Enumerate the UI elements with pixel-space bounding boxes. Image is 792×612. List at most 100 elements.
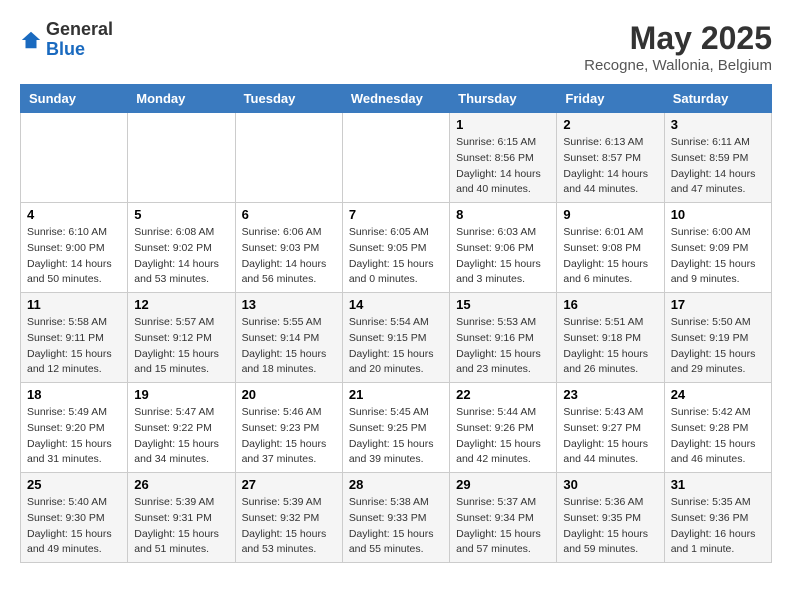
day-info: Sunrise: 5:37 AMSunset: 9:34 PMDaylight:…	[456, 495, 550, 558]
calendar-day-cell	[235, 113, 342, 203]
day-info: Sunrise: 5:43 AMSunset: 9:27 PMDaylight:…	[563, 405, 657, 468]
day-info: Sunrise: 5:47 AMSunset: 9:22 PMDaylight:…	[134, 405, 228, 468]
title-block: May 2025 Recogne, Wallonia, Belgium	[584, 20, 772, 74]
day-info: Sunrise: 6:15 AMSunset: 8:56 PMDaylight:…	[456, 135, 550, 198]
calendar-day-cell	[21, 113, 128, 203]
day-info: Sunrise: 5:50 AMSunset: 9:19 PMDaylight:…	[671, 315, 765, 378]
day-number: 9	[563, 207, 657, 222]
day-info: Sunrise: 6:01 AMSunset: 9:08 PMDaylight:…	[563, 225, 657, 288]
weekday-header-wednesday: Wednesday	[342, 85, 449, 113]
day-info: Sunrise: 5:40 AMSunset: 9:30 PMDaylight:…	[27, 495, 121, 558]
day-info: Sunrise: 6:05 AMSunset: 9:05 PMDaylight:…	[349, 225, 443, 288]
day-number: 20	[242, 387, 336, 402]
calendar-day-cell: 10 Sunrise: 6:00 AMSunset: 9:09 PMDayligh…	[664, 203, 771, 293]
day-number: 31	[671, 477, 765, 492]
day-number: 25	[27, 477, 121, 492]
calendar-day-cell: 27 Sunrise: 5:39 AMSunset: 9:32 PMDayligh…	[235, 473, 342, 563]
day-number: 27	[242, 477, 336, 492]
day-number: 17	[671, 297, 765, 312]
day-number: 24	[671, 387, 765, 402]
day-info: Sunrise: 5:44 AMSunset: 9:26 PMDaylight:…	[456, 405, 550, 468]
day-number: 11	[27, 297, 121, 312]
calendar-day-cell: 2 Sunrise: 6:13 AMSunset: 8:57 PMDaylight…	[557, 113, 664, 203]
calendar-day-cell: 23 Sunrise: 5:43 AMSunset: 9:27 PMDayligh…	[557, 383, 664, 473]
day-info: Sunrise: 5:53 AMSunset: 9:16 PMDaylight:…	[456, 315, 550, 378]
calendar-day-cell: 31 Sunrise: 5:35 AMSunset: 9:36 PMDayligh…	[664, 473, 771, 563]
day-number: 29	[456, 477, 550, 492]
day-number: 16	[563, 297, 657, 312]
calendar-day-cell: 3 Sunrise: 6:11 AMSunset: 8:59 PMDaylight…	[664, 113, 771, 203]
day-info: Sunrise: 6:08 AMSunset: 9:02 PMDaylight:…	[134, 225, 228, 288]
calendar-week-row: 4 Sunrise: 6:10 AMSunset: 9:00 PMDaylight…	[21, 203, 772, 293]
calendar-day-cell: 11 Sunrise: 5:58 AMSunset: 9:11 PMDayligh…	[21, 293, 128, 383]
calendar-day-cell: 12 Sunrise: 5:57 AMSunset: 9:12 PMDayligh…	[128, 293, 235, 383]
day-number: 23	[563, 387, 657, 402]
day-info: Sunrise: 5:57 AMSunset: 9:12 PMDaylight:…	[134, 315, 228, 378]
weekday-header-saturday: Saturday	[664, 85, 771, 113]
day-number: 8	[456, 207, 550, 222]
day-number: 26	[134, 477, 228, 492]
calendar-week-row: 1 Sunrise: 6:15 AMSunset: 8:56 PMDaylight…	[21, 113, 772, 203]
calendar-week-row: 11 Sunrise: 5:58 AMSunset: 9:11 PMDayligh…	[21, 293, 772, 383]
calendar-day-cell: 29 Sunrise: 5:37 AMSunset: 9:34 PMDayligh…	[450, 473, 557, 563]
day-info: Sunrise: 5:55 AMSunset: 9:14 PMDaylight:…	[242, 315, 336, 378]
day-info: Sunrise: 5:45 AMSunset: 9:25 PMDaylight:…	[349, 405, 443, 468]
calendar-week-row: 18 Sunrise: 5:49 AMSunset: 9:20 PMDayligh…	[21, 383, 772, 473]
calendar-day-cell: 25 Sunrise: 5:40 AMSunset: 9:30 PMDayligh…	[21, 473, 128, 563]
day-number: 13	[242, 297, 336, 312]
day-number: 4	[27, 207, 121, 222]
day-number: 7	[349, 207, 443, 222]
day-number: 2	[563, 117, 657, 132]
day-number: 18	[27, 387, 121, 402]
day-info: Sunrise: 5:58 AMSunset: 9:11 PMDaylight:…	[27, 315, 121, 378]
day-number: 28	[349, 477, 443, 492]
page-header: General Blue May 2025 Recogne, Wallonia,…	[20, 20, 772, 74]
day-info: Sunrise: 5:54 AMSunset: 9:15 PMDaylight:…	[349, 315, 443, 378]
calendar-day-cell: 8 Sunrise: 6:03 AMSunset: 9:06 PMDaylight…	[450, 203, 557, 293]
calendar-day-cell: 1 Sunrise: 6:15 AMSunset: 8:56 PMDaylight…	[450, 113, 557, 203]
day-info: Sunrise: 5:51 AMSunset: 9:18 PMDaylight:…	[563, 315, 657, 378]
day-number: 5	[134, 207, 228, 222]
calendar-day-cell: 13 Sunrise: 5:55 AMSunset: 9:14 PMDayligh…	[235, 293, 342, 383]
month-title: May 2025	[584, 20, 772, 57]
location-subtitle: Recogne, Wallonia, Belgium	[584, 57, 772, 74]
calendar-day-cell: 24 Sunrise: 5:42 AMSunset: 9:28 PMDayligh…	[664, 383, 771, 473]
day-info: Sunrise: 6:03 AMSunset: 9:06 PMDaylight:…	[456, 225, 550, 288]
calendar-day-cell: 5 Sunrise: 6:08 AMSunset: 9:02 PMDaylight…	[128, 203, 235, 293]
logo: General Blue	[20, 20, 113, 60]
day-number: 15	[456, 297, 550, 312]
day-info: Sunrise: 5:39 AMSunset: 9:32 PMDaylight:…	[242, 495, 336, 558]
day-number: 3	[671, 117, 765, 132]
day-info: Sunrise: 5:49 AMSunset: 9:20 PMDaylight:…	[27, 405, 121, 468]
calendar-day-cell: 9 Sunrise: 6:01 AMSunset: 9:08 PMDaylight…	[557, 203, 664, 293]
calendar-day-cell	[128, 113, 235, 203]
day-info: Sunrise: 5:35 AMSunset: 9:36 PMDaylight:…	[671, 495, 765, 558]
weekday-header-row: SundayMondayTuesdayWednesdayThursdayFrid…	[21, 85, 772, 113]
day-info: Sunrise: 6:00 AMSunset: 9:09 PMDaylight:…	[671, 225, 765, 288]
day-number: 12	[134, 297, 228, 312]
day-number: 1	[456, 117, 550, 132]
calendar-day-cell: 26Sunrise: 5:39 AMSunset: 9:31 PMDayligh…	[128, 473, 235, 563]
day-number: 10	[671, 207, 765, 222]
day-info: Sunrise: 6:10 AMSunset: 9:00 PMDaylight:…	[27, 225, 121, 288]
logo-icon	[20, 29, 42, 51]
calendar-day-cell: 6 Sunrise: 6:06 AMSunset: 9:03 PMDaylight…	[235, 203, 342, 293]
day-info: Sunrise: 5:46 AMSunset: 9:23 PMDaylight:…	[242, 405, 336, 468]
weekday-header-tuesday: Tuesday	[235, 85, 342, 113]
day-info: Sunrise: 6:06 AMSunset: 9:03 PMDaylight:…	[242, 225, 336, 288]
calendar-day-cell: 28Sunrise: 5:38 AMSunset: 9:33 PMDayligh…	[342, 473, 449, 563]
calendar-day-cell: 14 Sunrise: 5:54 AMSunset: 9:15 PMDayligh…	[342, 293, 449, 383]
day-info: Sunrise: 6:11 AMSunset: 8:59 PMDaylight:…	[671, 135, 765, 198]
day-number: 14	[349, 297, 443, 312]
day-number: 22	[456, 387, 550, 402]
day-info: Sunrise: 6:13 AMSunset: 8:57 PMDaylight:…	[563, 135, 657, 198]
calendar-week-row: 25 Sunrise: 5:40 AMSunset: 9:30 PMDayligh…	[21, 473, 772, 563]
logo-blue-text: Blue	[46, 39, 85, 59]
weekday-header-monday: Monday	[128, 85, 235, 113]
calendar-day-cell: 19Sunrise: 5:47 AMSunset: 9:22 PMDayligh…	[128, 383, 235, 473]
weekday-header-sunday: Sunday	[21, 85, 128, 113]
day-number: 6	[242, 207, 336, 222]
calendar-day-cell: 15 Sunrise: 5:53 AMSunset: 9:16 PMDayligh…	[450, 293, 557, 383]
calendar-day-cell: 18 Sunrise: 5:49 AMSunset: 9:20 PMDayligh…	[21, 383, 128, 473]
day-info: Sunrise: 5:42 AMSunset: 9:28 PMDaylight:…	[671, 405, 765, 468]
